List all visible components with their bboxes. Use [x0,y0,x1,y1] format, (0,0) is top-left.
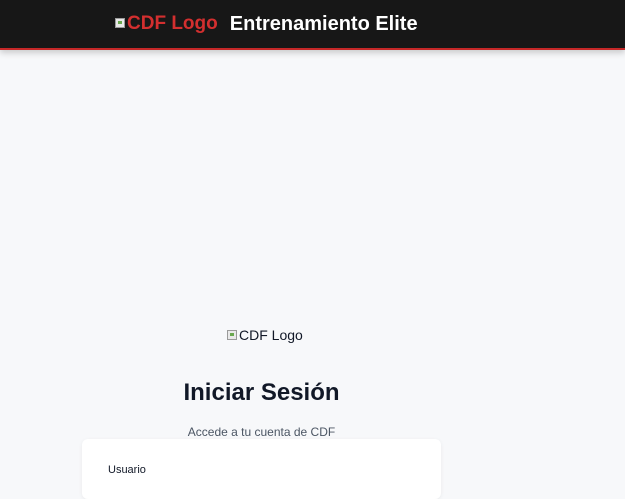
username-label: Usuario [108,464,146,476]
brand-logo-alt-text: CDF Logo [127,12,218,34]
brand-logo-image[interactable]: CDF Logo [115,14,218,33]
top-navigation-bar: CDF Logo Entrenamiento Elite [0,0,625,50]
login-logo-alt-text: CDF Logo [239,327,303,343]
login-subtitle: Accede a tu cuenta de CDF [187,425,336,439]
brand-title: Entrenamiento Elite [229,12,418,35]
login-form-card: Usuario [82,439,441,499]
broken-image-icon [227,330,237,340]
broken-image-icon [115,18,125,28]
login-logo-image: CDF Logo [227,327,303,343]
brand: CDF Logo Entrenamiento Elite [115,8,418,38]
login-title: Iniciar Sesión [183,379,340,407]
